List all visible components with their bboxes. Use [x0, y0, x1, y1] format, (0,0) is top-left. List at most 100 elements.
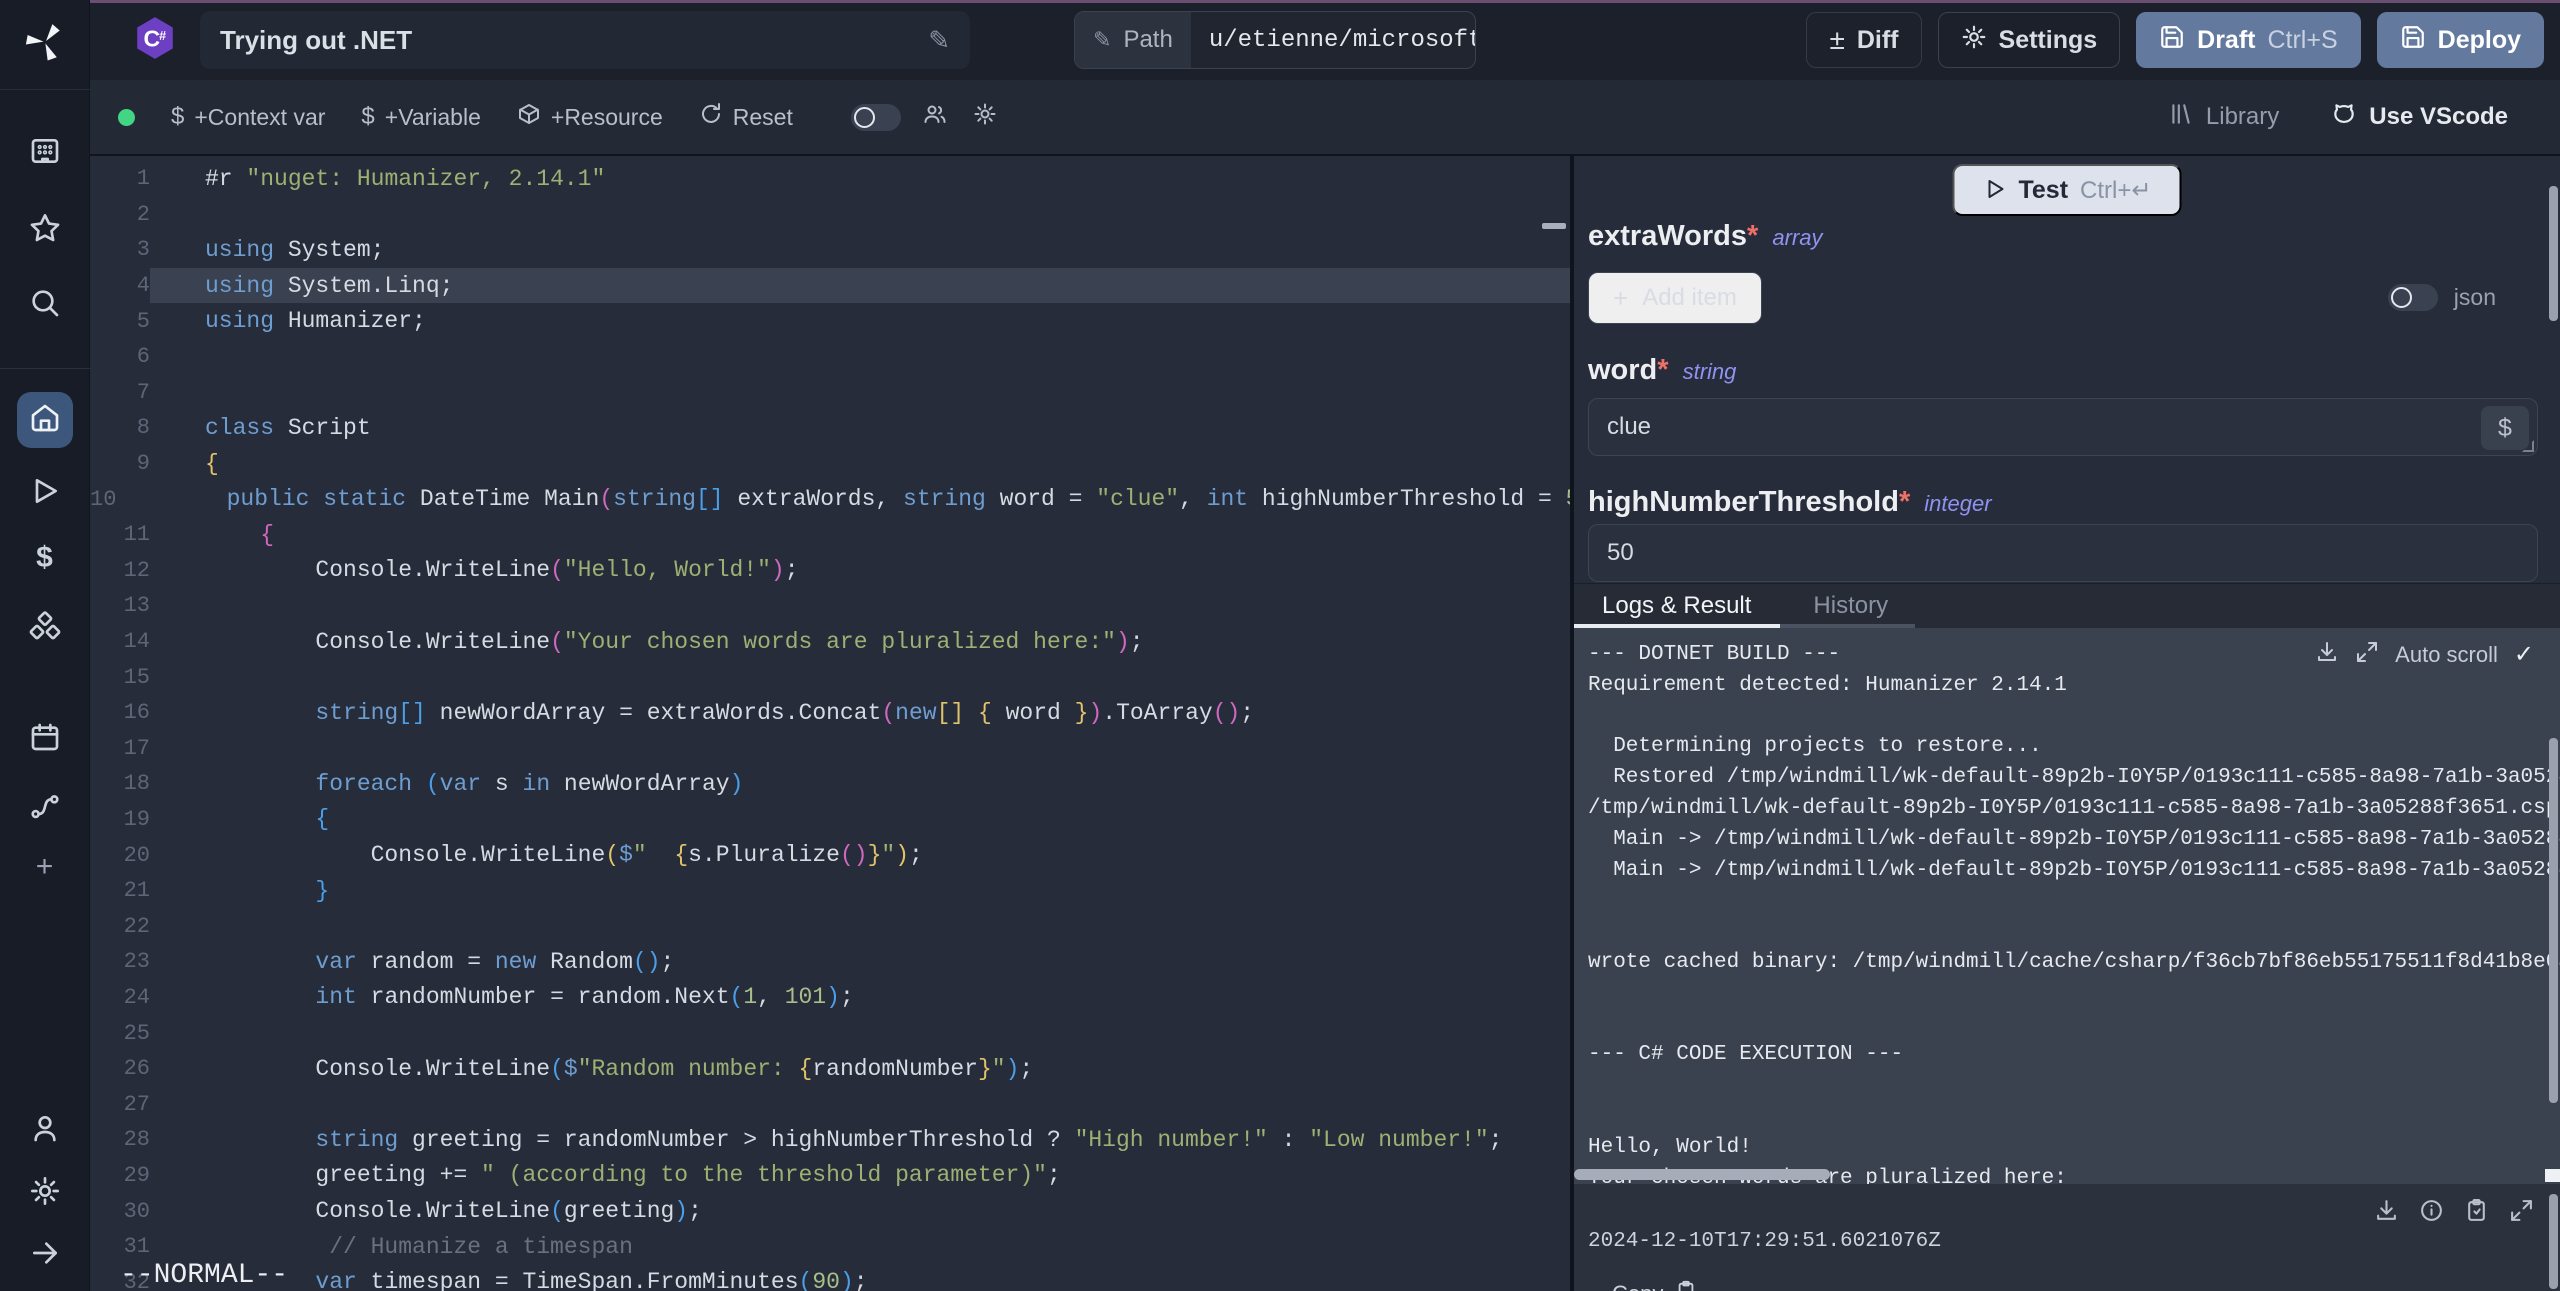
horizontal-scrollbar[interactable] — [1574, 1169, 1830, 1180]
code-line[interactable]: 9{ — [90, 446, 1570, 482]
code-line[interactable]: 28 string greeting = randomNumber > high… — [90, 1122, 1570, 1158]
edit-title-pencil-icon[interactable]: ✎ — [928, 25, 950, 56]
code-line[interactable]: 19 { — [90, 802, 1570, 838]
sidebar-item-resources[interactable] — [26, 609, 64, 647]
csharp-language-icon: C # — [132, 15, 178, 66]
code-line[interactable]: 5using Humanizer; — [90, 303, 1570, 339]
code-line[interactable]: 16 string[] newWordArray = extraWords.Co… — [90, 695, 1570, 731]
code-line[interactable]: 30 Console.WriteLine(greeting); — [90, 1193, 1570, 1229]
download-icon[interactable] — [2315, 640, 2339, 669]
json-toggle[interactable] — [2388, 284, 2438, 311]
code-line[interactable]: 24 int randomNumber = random.Next(1, 101… — [90, 980, 1570, 1016]
assistant-toggle[interactable] — [851, 104, 901, 131]
sidebar-item-home[interactable] — [17, 392, 73, 448]
line-number: 17 — [90, 736, 150, 761]
field-type: string — [1683, 359, 1737, 385]
topbar: C # Trying out .NET ✎ ✎ Path u/etienne/m… — [90, 0, 2560, 80]
plus-icon: + — [1613, 283, 1628, 314]
sidebar-item-runs[interactable] — [26, 474, 64, 512]
code-line[interactable]: 3using System; — [90, 232, 1570, 268]
script-title-field[interactable]: Trying out .NET ✎ — [200, 11, 970, 69]
copy-button[interactable]: Copy — [1612, 1280, 1697, 1291]
autoscroll-label[interactable]: Auto scroll — [2395, 642, 2498, 668]
sidebar-logo-cell[interactable] — [0, 0, 90, 90]
sidebar-item-workers[interactable] — [26, 789, 64, 827]
code-line[interactable]: 27 — [90, 1086, 1570, 1122]
code-line[interactable]: 8class Script — [90, 410, 1570, 446]
path-field[interactable]: ✎ Path u/etienne/microsoft_java_test — [1074, 11, 1476, 69]
clipboard-icon — [1675, 1280, 1697, 1291]
code-line[interactable]: 1#r "nuget: Humanizer, 2.14.1" — [90, 161, 1570, 197]
sidebar-item-workspace[interactable] — [26, 134, 64, 172]
sidebar-item-account[interactable] — [26, 1111, 64, 1149]
vertical-scrollbar[interactable] — [2549, 738, 2558, 1103]
code-line[interactable]: 20 Console.WriteLine($" {s.Pluralize()}"… — [90, 837, 1570, 873]
code-text: Console.WriteLine("Hello, World!"); — [205, 557, 799, 583]
sidebar-item-schedules[interactable] — [26, 720, 64, 758]
sidebar-item-add[interactable]: + — [26, 848, 64, 886]
sidebar-item-collapse[interactable] — [26, 1236, 64, 1274]
info-icon[interactable] — [2419, 1198, 2444, 1228]
code-line[interactable]: 26 Console.WriteLine($"Random number: {r… — [90, 1051, 1570, 1087]
code-line[interactable]: 13 — [90, 588, 1570, 624]
log-line — [1588, 979, 2560, 1010]
code-line[interactable]: 21 } — [90, 873, 1570, 909]
code-line[interactable]: 23 var random = new Random(); — [90, 944, 1570, 980]
diff-button[interactable]: ± Diff — [1806, 12, 1921, 68]
log-line — [1588, 1071, 2560, 1102]
collaborators-button[interactable] — [923, 102, 947, 132]
line-number: 9 — [90, 451, 150, 476]
expand-icon[interactable] — [2355, 640, 2379, 669]
sidebar-item-variables[interactable]: $ — [26, 539, 64, 577]
code-text: } — [205, 878, 329, 904]
line-number: 1 — [90, 166, 150, 191]
clipboard-icon[interactable] — [2464, 1198, 2489, 1228]
code-line[interactable]: 32 var timespan = TimeSpan.FromMinutes(9… — [90, 1264, 1570, 1291]
tab-logs-result[interactable]: Logs & Result — [1602, 592, 1751, 620]
code-line[interactable]: 12 Console.WriteLine("Hello, World!"); — [90, 553, 1570, 589]
threshold-input[interactable] — [1589, 525, 2537, 581]
deploy-button[interactable]: Deploy — [2377, 12, 2544, 68]
word-input[interactable] — [1589, 399, 2537, 455]
save-icon — [2400, 24, 2426, 57]
draft-button[interactable]: Draft Ctrl+S — [2136, 12, 2361, 68]
log-output[interactable]: --- DOTNET BUILD ---Requirement detected… — [1574, 628, 2560, 1184]
code-line[interactable]: 18 foreach (var s in newWordArray) — [90, 766, 1570, 802]
add-context-var-button[interactable]: $ +Context var — [171, 103, 325, 131]
code-line[interactable]: 31 // Humanize a timespan — [90, 1229, 1570, 1265]
sidebar-item-settings[interactable] — [26, 1174, 64, 1212]
code-line[interactable]: 25 — [90, 1015, 1570, 1051]
code-editor[interactable]: 1#r "nuget: Humanizer, 2.14.1"23using Sy… — [90, 156, 1570, 1291]
settings-button[interactable]: Settings — [1938, 12, 2121, 68]
code-line[interactable]: 15 — [90, 659, 1570, 695]
tab-history[interactable]: History — [1813, 592, 1888, 620]
code-line[interactable]: 2 — [90, 197, 1570, 233]
code-line[interactable]: 29 greeting += " (according to the thres… — [90, 1158, 1570, 1194]
vertical-scrollbar[interactable] — [2549, 1194, 2558, 1289]
code-line[interactable]: 17 — [90, 731, 1570, 767]
use-vscode-button[interactable]: Use VScode — [2331, 101, 2508, 134]
code-line[interactable]: 6 — [90, 339, 1570, 375]
code-line[interactable]: 4using System.Linq; — [90, 268, 1570, 304]
library-button[interactable]: Library — [2168, 101, 2279, 134]
download-icon[interactable] — [2374, 1198, 2399, 1228]
sidebar-item-search[interactable] — [26, 286, 64, 324]
editor-settings-button[interactable] — [973, 102, 997, 132]
vertical-scrollbar[interactable] — [2549, 186, 2558, 321]
expand-icon[interactable] — [2509, 1198, 2534, 1228]
sidebar-item-favorites[interactable] — [26, 211, 64, 249]
code-line[interactable]: 22 — [90, 908, 1570, 944]
code-line[interactable]: 11 { — [90, 517, 1570, 553]
reset-button[interactable]: Reset — [699, 102, 793, 132]
log-line: Restored /tmp/windmill/wk-default-89p2b-… — [1588, 763, 2560, 794]
insert-variable-button[interactable]: $ — [2481, 406, 2529, 450]
code-line[interactable]: 10 public static DateTime Main(string[] … — [90, 481, 1570, 517]
add-resource-button[interactable]: +Resource — [517, 102, 663, 132]
add-item-label: Add item — [1642, 284, 1737, 312]
code-line[interactable]: 7 — [90, 375, 1570, 411]
add-item-button[interactable]: + Add item — [1588, 272, 1762, 324]
play-icon — [29, 475, 61, 512]
test-button[interactable]: Test Ctrl+↵ — [1952, 164, 2181, 216]
code-line[interactable]: 14 Console.WriteLine("Your chosen words … — [90, 624, 1570, 660]
add-variable-button[interactable]: $ +Variable — [361, 103, 480, 131]
